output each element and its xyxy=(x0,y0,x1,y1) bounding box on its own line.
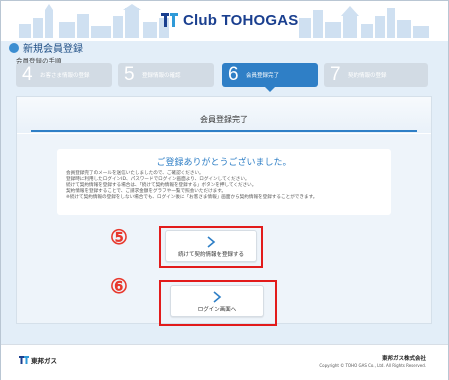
step-number: 5 xyxy=(124,64,135,85)
thank-you-heading: ご登録ありがとうございました。 xyxy=(156,158,292,168)
brand-name: Club TOHOGAS xyxy=(183,11,299,29)
annotation-number-6: ⑥ xyxy=(110,276,128,298)
panel-header: 会員登録完了 xyxy=(17,97,431,134)
message-text: 会員登録完了のメールを送信いたしましたので、ご確認ください。 登録時に利用したロ… xyxy=(66,171,386,201)
step-label: 会員登録完了 xyxy=(246,73,280,79)
footer-logo-text: 東邦ガス xyxy=(31,357,57,365)
thank-you-message-box: ご登録ありがとうございました。 会員登録完了のメールを送信いたしましたので、ご確… xyxy=(57,149,391,215)
bullet-dot-icon xyxy=(9,42,19,53)
chevron-right-icon xyxy=(213,291,222,303)
continue-register-contract-button[interactable]: 続けて契約情報を登録する xyxy=(165,230,257,262)
site-footer: 東邦ガス 東邦ガス株式会社 Copyright © TOHO GAS Co., … xyxy=(1,344,448,380)
page-title: 新規会員登録 xyxy=(23,44,83,55)
step-number: 4 xyxy=(22,64,33,85)
step-5: 5 登録情報の確認 xyxy=(118,63,214,87)
step-label: 登録情報の確認 xyxy=(142,73,181,79)
page-title-row: 新規会員登録 xyxy=(9,40,83,55)
copyright-text: Copyright © TOHO GAS Co., Ltd. All Right… xyxy=(319,363,426,368)
tohogas-footer-logo[interactable]: 東邦ガス xyxy=(19,355,57,365)
message-line: ※続けて契約情報の登録をしない場合でも、ログイン後に「お客さま情報」画面から契約… xyxy=(66,195,318,201)
continue-button-label: 続けて契約情報を登録する xyxy=(177,252,244,258)
step-number: 6 xyxy=(228,64,239,85)
step-number: 7 xyxy=(330,64,341,85)
club-tohogas-logo[interactable]: Club TOHOGAS xyxy=(161,9,298,31)
step-label: 契約情報の登録 xyxy=(348,73,387,79)
step-4: 4 お客さま情報の登録 xyxy=(16,63,112,87)
panel-title-underline xyxy=(31,130,417,132)
site-header: Club TOHOGAS xyxy=(1,1,448,41)
tohogas-logo-mark-icon xyxy=(19,356,29,364)
annotation-number-5: ⑤ xyxy=(110,227,128,249)
current-step-pointer xyxy=(265,87,275,92)
step-7: 7 契約情報の登録 xyxy=(324,63,428,87)
step-label: お客さま情報の登録 xyxy=(40,73,90,79)
company-name: 東邦ガス株式会社 xyxy=(381,356,426,362)
login-button-label: ログイン画面へ xyxy=(197,307,237,313)
step-6-current: 6 会員登録完了 xyxy=(222,63,318,92)
tohogas-logo-mark-icon xyxy=(161,13,178,27)
panel-title: 会員登録完了 xyxy=(200,115,248,124)
chevron-right-icon xyxy=(207,236,216,248)
go-to-login-button[interactable]: ログイン画面へ xyxy=(170,285,264,317)
registration-steps: 4 お客さま情報の登録 5 登録情報の確認 6 会員登録完了 7 契約情報の登録 xyxy=(16,63,428,92)
